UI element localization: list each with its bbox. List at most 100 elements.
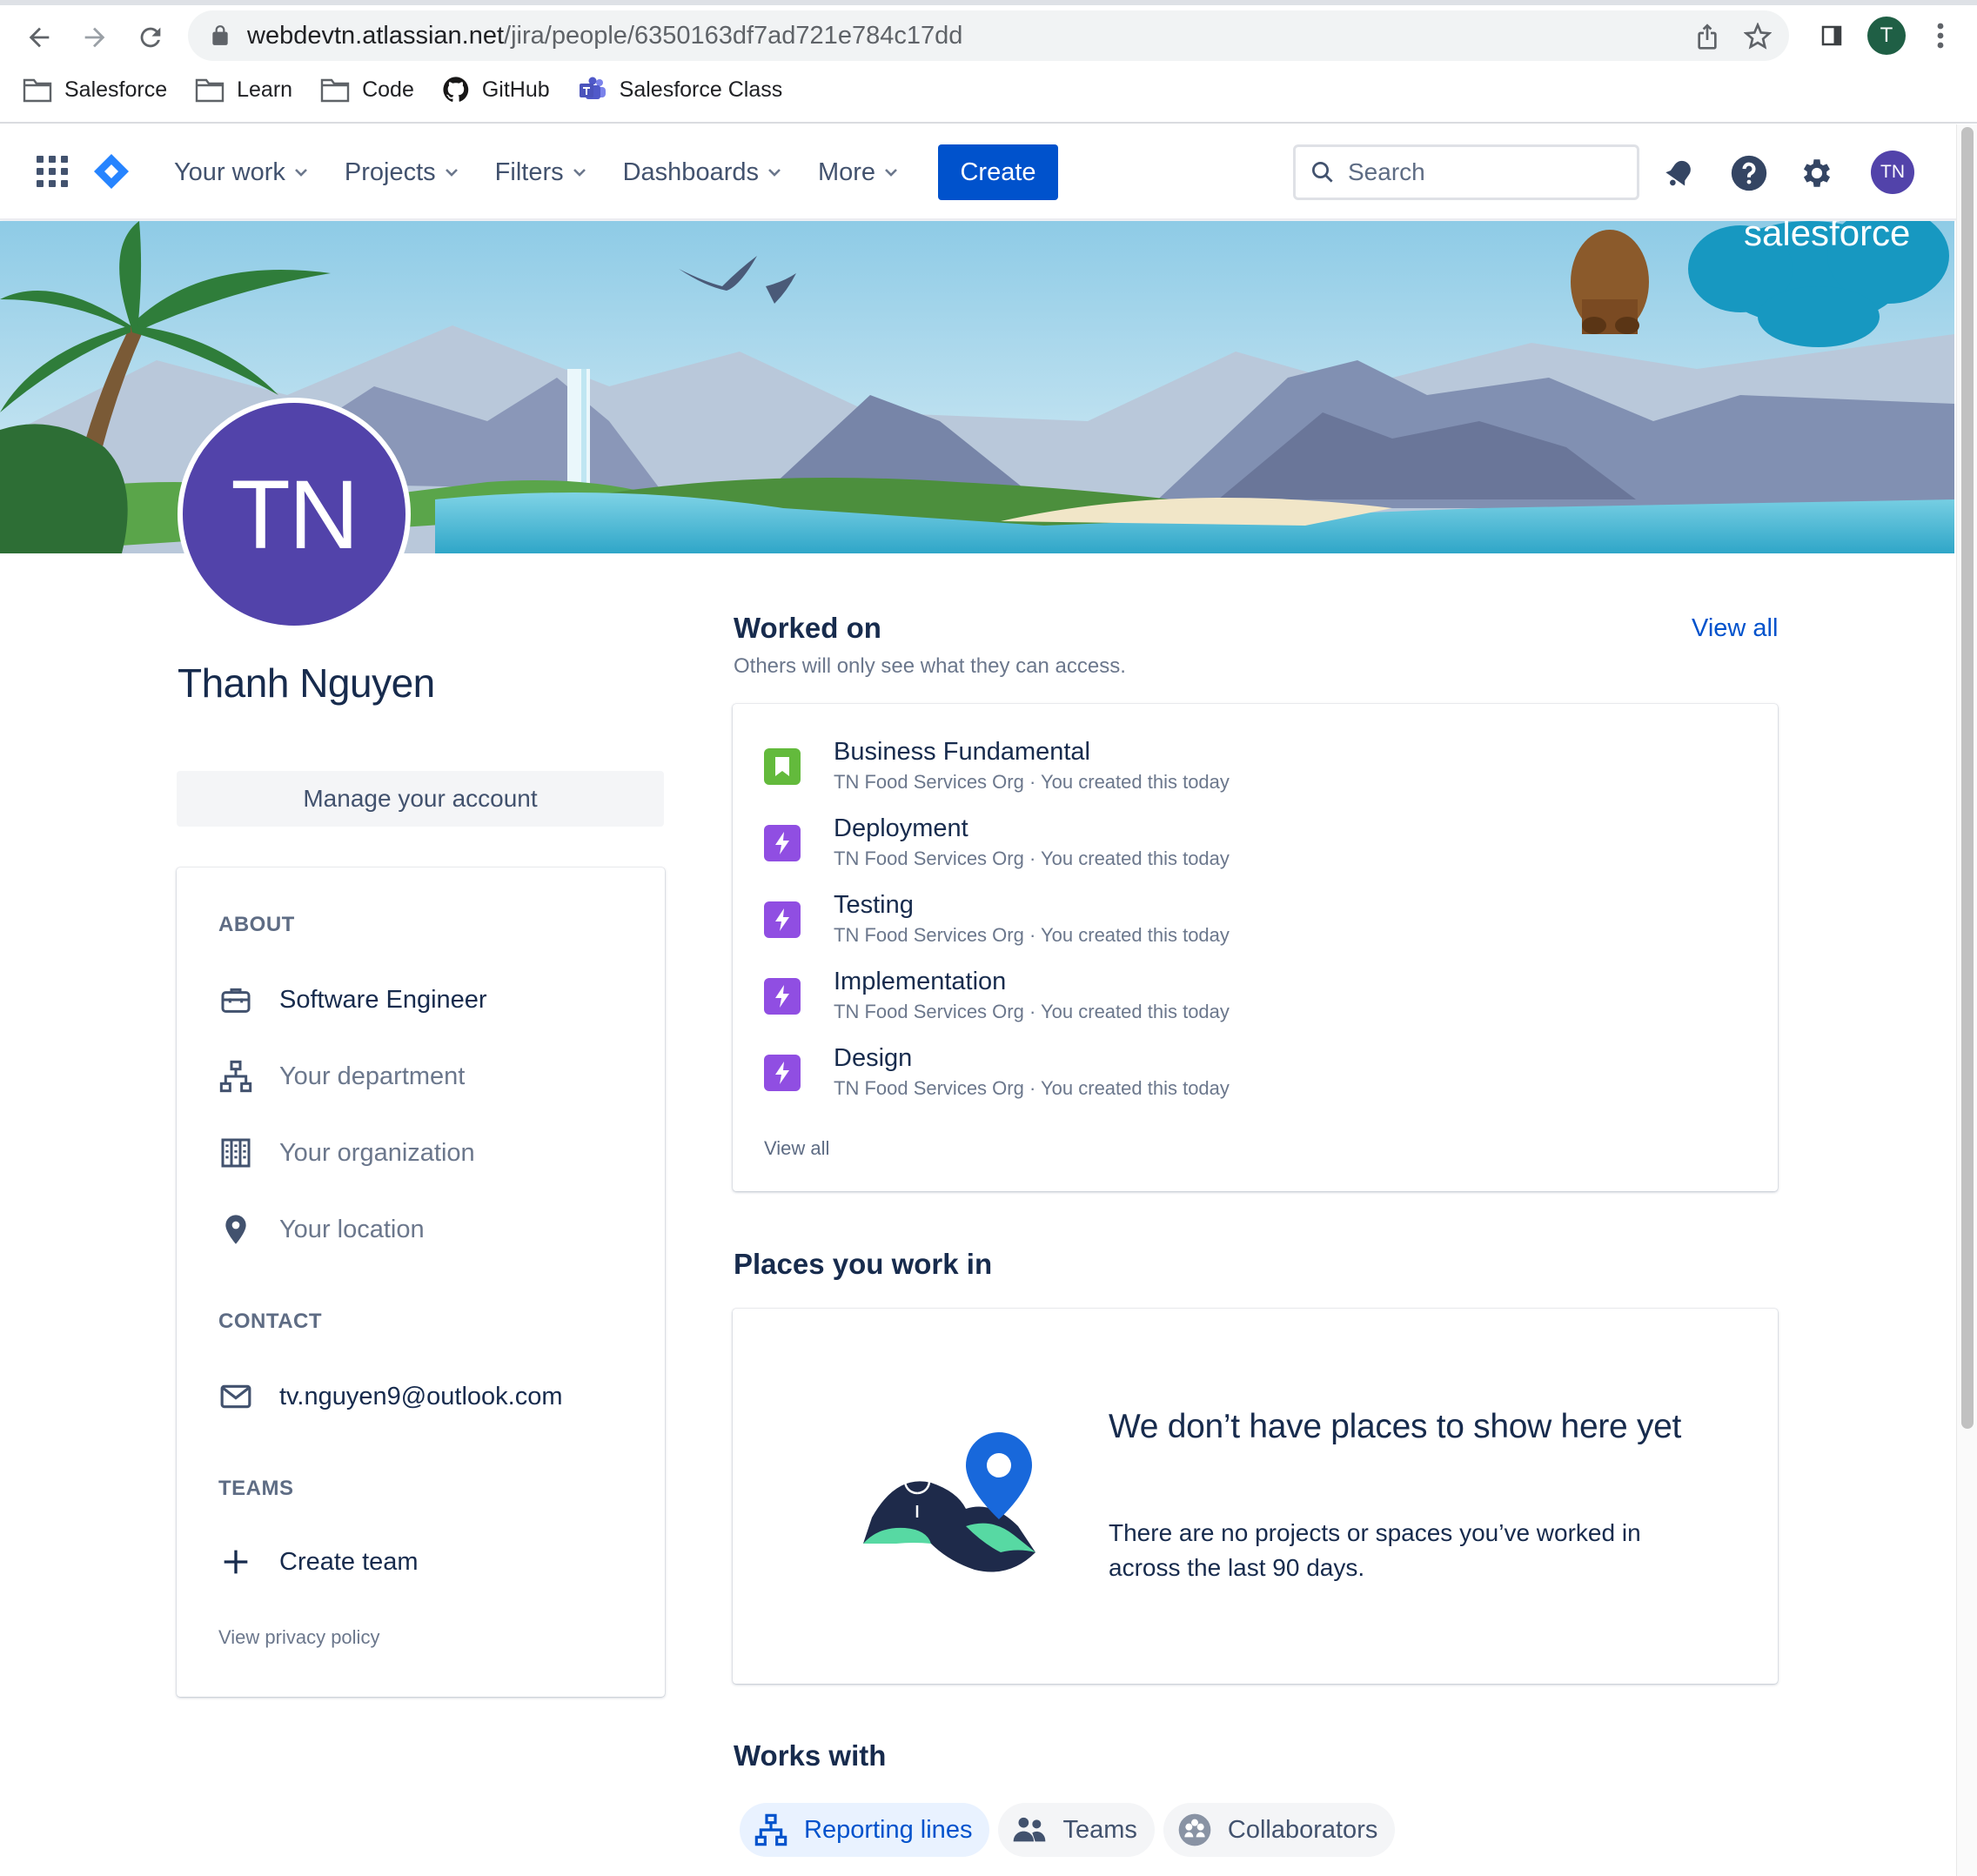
nav-projects[interactable]: Projects [339,151,466,194]
work-item-created: · You created this today [1029,1001,1230,1022]
side-panel-button[interactable] [1812,16,1852,56]
address-bar[interactable]: webdevtn.atlassian.net/jira/people/63501… [188,10,1789,61]
work-item-deployment[interactable]: Deployment TN Food Services Org · You cr… [764,814,1739,888]
url-text: webdevtn.atlassian.net/jira/people/63501… [247,10,962,61]
worked-on-heading: Worked on [734,612,881,644]
folder-icon [23,78,52,103]
tab-label: Teams [1062,1815,1137,1844]
chrome-menu-button[interactable] [1923,16,1958,56]
nav-dashboards[interactable]: Dashboards [618,151,788,194]
work-item-created: · You created this today [1029,924,1230,946]
chrome-profile-avatar: T [1867,17,1906,55]
help-icon [1731,155,1767,191]
search-input[interactable] [1348,158,1609,186]
url-host: webdevtn.atlassian.net [247,22,505,50]
more-vertical-icon [1937,23,1944,49]
primary-nav: Your work Projects Filters Dashboards Mo… [157,124,917,220]
bookmark-code[interactable]: Code [320,77,414,103]
location-field[interactable]: Your location [218,1208,425,1251]
worked-on-card-view-all-link[interactable]: View all [764,1137,829,1160]
epic-icon [764,825,801,861]
bookmarks-bar: Salesforce Learn Code GitHub Salesforce … [0,70,810,110]
email-field[interactable]: tv.nguyen9@outlook.com [218,1375,563,1418]
work-item-meta: TN Food Services Org · You created this … [834,848,1230,870]
nav-your-work[interactable]: Your work [169,151,315,194]
work-item-org: TN Food Services Org [834,771,1024,793]
work-item-created: · You created this today [1029,771,1230,793]
bookmark-salesforce[interactable]: Salesforce [23,77,167,103]
settings-button[interactable] [1798,154,1836,192]
jira-logo-icon[interactable] [92,152,131,191]
back-button[interactable] [17,16,61,59]
folder-icon [195,78,225,103]
tab-label: Reporting lines [804,1815,973,1844]
search-icon [1312,162,1333,183]
worked-on-view-all-link[interactable]: View all [1692,614,1778,643]
bookmark-label: GitHub [481,77,550,102]
department-placeholder: Your department [279,1062,466,1090]
about-card: ABOUT Software Engineer Your department … [177,868,665,1697]
bookmark-star-icon[interactable] [1744,23,1772,50]
tab-strip [0,0,1977,5]
tab-teams[interactable]: Teams [998,1803,1155,1857]
work-item-meta: TN Food Services Org · You created this … [834,771,1230,794]
tab-reporting-lines[interactable]: Reporting lines [740,1803,990,1857]
salesforce-logo-text: salesforce [1744,221,1910,253]
nav-label: More [817,157,876,186]
forward-button[interactable] [73,16,117,59]
bookmark-github[interactable]: GitHub [442,76,550,104]
nav-filters[interactable]: Filters [490,151,593,194]
nav-label: Projects [344,157,436,186]
profile-avatar[interactable]: TN [178,398,411,631]
create-team-button[interactable]: Create team [218,1540,419,1584]
job-title-field[interactable]: Software Engineer [218,978,487,1022]
works-with-heading: Works with [734,1739,887,1772]
bookmark-learn[interactable]: Learn [195,77,292,103]
scrollbar-thumb[interactable] [1961,127,1974,1429]
job-title: Software Engineer [279,985,487,1014]
help-button[interactable] [1730,154,1768,192]
department-field[interactable]: Your department [218,1055,465,1098]
back-arrow-icon [29,27,50,48]
reload-button[interactable] [129,16,172,59]
about-heading: ABOUT [218,913,295,936]
places-empty-title: We don’t have places to show here yet [1109,1408,1682,1445]
location-pin-icon [225,1215,246,1244]
people-icon [1014,1817,1046,1842]
work-item-business-fundamental[interactable]: Business Fundamental TN Food Services Or… [764,738,1739,811]
chevron-down-icon [445,169,458,177]
share-icon[interactable] [1693,23,1721,50]
privacy-policy-link[interactable]: View privacy policy [218,1626,379,1649]
work-item-design[interactable]: Design TN Food Services Org · You create… [764,1044,1739,1117]
notifications-button[interactable] [1660,154,1699,192]
tab-collaborators[interactable]: Collaborators [1163,1803,1396,1857]
work-item-meta: TN Food Services Org · You created this … [834,1077,1230,1100]
organization-field[interactable]: Your organization [218,1131,475,1175]
building-icon [221,1138,251,1168]
create-button[interactable]: Create [938,144,1058,200]
contact-heading: CONTACT [218,1310,323,1333]
places-empty-card: We don’t have places to show here yet Th… [733,1309,1778,1684]
bookmark-salesforce-class[interactable]: Salesforce Class [578,77,783,103]
nav-more[interactable]: More [813,151,905,194]
user-avatar-button[interactable]: TN [1871,151,1914,194]
bell-icon [1665,160,1691,186]
bookmark-label: Salesforce [64,77,168,102]
places-heading: Places you work in [734,1248,993,1280]
browser-toolbar: webdevtn.atlassian.net/jira/people/63501… [0,0,1977,124]
forward-arrow-icon [84,27,105,48]
chrome-profile-button[interactable]: T [1866,16,1907,56]
manage-account-button[interactable]: Manage your account [177,771,664,827]
work-item-implementation[interactable]: Implementation TN Food Services Org · Yo… [764,968,1739,1041]
plus-icon [224,1550,248,1574]
epic-icon [764,978,801,1015]
bookmark-label: Learn [237,77,293,102]
app-switcher-icon[interactable] [37,156,68,187]
work-item-title: Deployment [834,814,968,842]
work-item-title: Design [834,1044,913,1072]
profile-name: Thanh Nguyen [178,660,435,706]
search-box[interactable] [1293,144,1639,200]
chevron-down-icon [573,169,586,177]
bookmark-label: Salesforce Class [619,77,783,102]
work-item-testing[interactable]: Testing TN Food Services Org · You creat… [764,891,1739,964]
